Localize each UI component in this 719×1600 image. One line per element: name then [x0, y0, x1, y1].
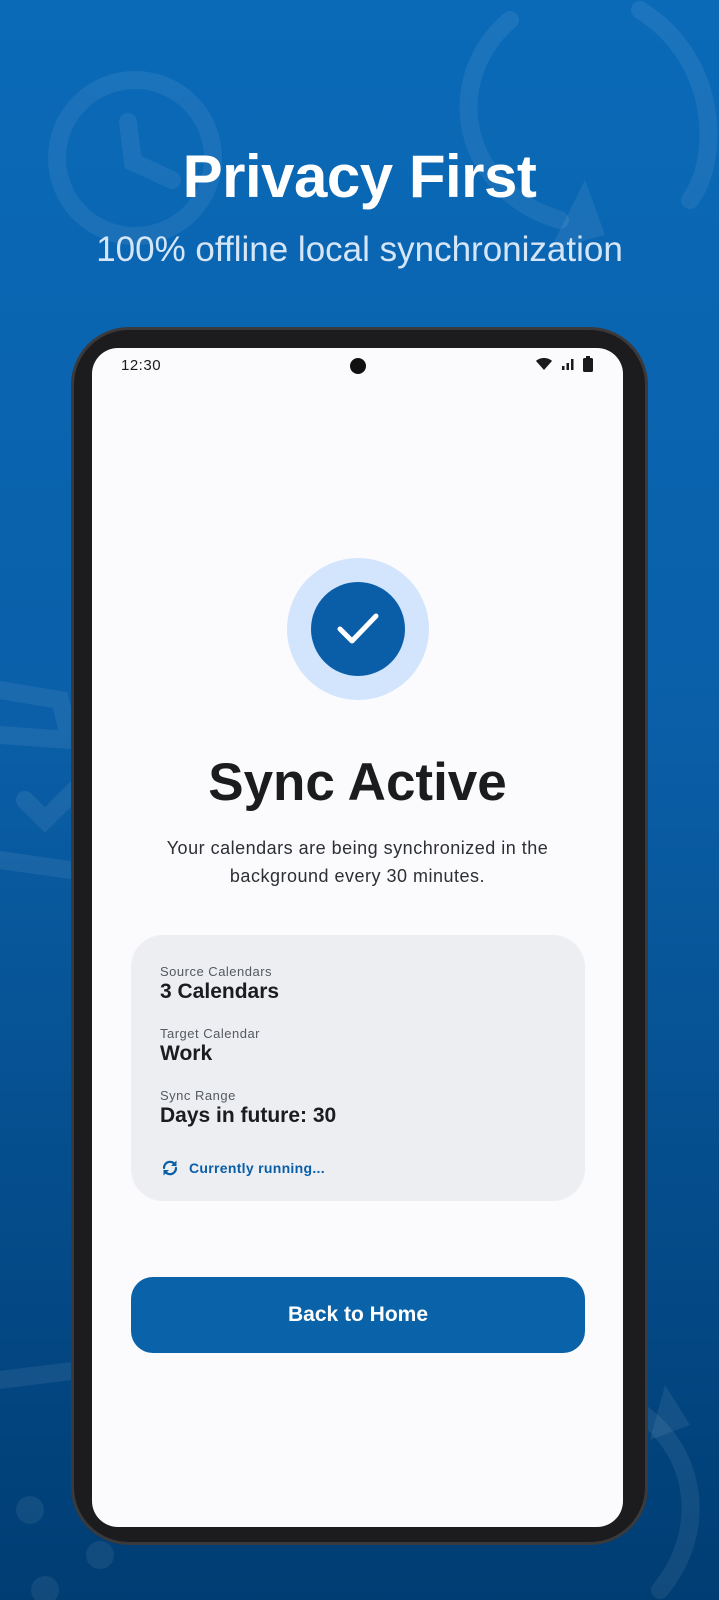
hero-subtitle: 100% offline local synchronization [96, 230, 623, 269]
sync-info-card: Source Calendars 3 Calendars Target Cale… [131, 935, 585, 1201]
phone-screen: 12:30 Sync Active Your calendars are bei… [92, 348, 623, 1527]
running-status: Currently running... [160, 1158, 325, 1178]
battery-icon [583, 356, 593, 372]
status-icons [535, 356, 593, 372]
status-time: 12:30 [121, 357, 162, 374]
hero-title: Privacy First [182, 143, 537, 210]
sync-range-value: Days in future: 30 [160, 1104, 337, 1127]
source-calendars-label: Source Calendars [160, 964, 273, 979]
sync-title: Sync Active [208, 753, 507, 812]
checkmark-circle [311, 582, 405, 676]
wifi-icon [536, 358, 552, 370]
target-calendar-value: Work [160, 1042, 213, 1065]
signal-icon [562, 359, 574, 370]
running-status-text: Currently running... [189, 1160, 325, 1176]
camera-cutout [350, 358, 366, 374]
sync-status-badge [287, 558, 429, 700]
source-calendars-value: 3 Calendars [160, 980, 280, 1003]
sync-range-label: Sync Range [160, 1088, 236, 1103]
source-calendars-block: Source Calendars 3 Calendars [160, 964, 279, 1004]
checkmark-icon [337, 613, 379, 644]
target-calendar-label: Target Calendar [160, 1026, 260, 1041]
sync-icon [162, 1160, 178, 1176]
back-to-home-button[interactable]: Back to Home [131, 1277, 585, 1353]
sync-description: Your calendars are being synchronized in… [166, 838, 549, 886]
sync-range-block: Sync Range Days in future: 30 [160, 1088, 336, 1128]
target-calendar-block: Target Calendar Work [160, 1026, 260, 1066]
